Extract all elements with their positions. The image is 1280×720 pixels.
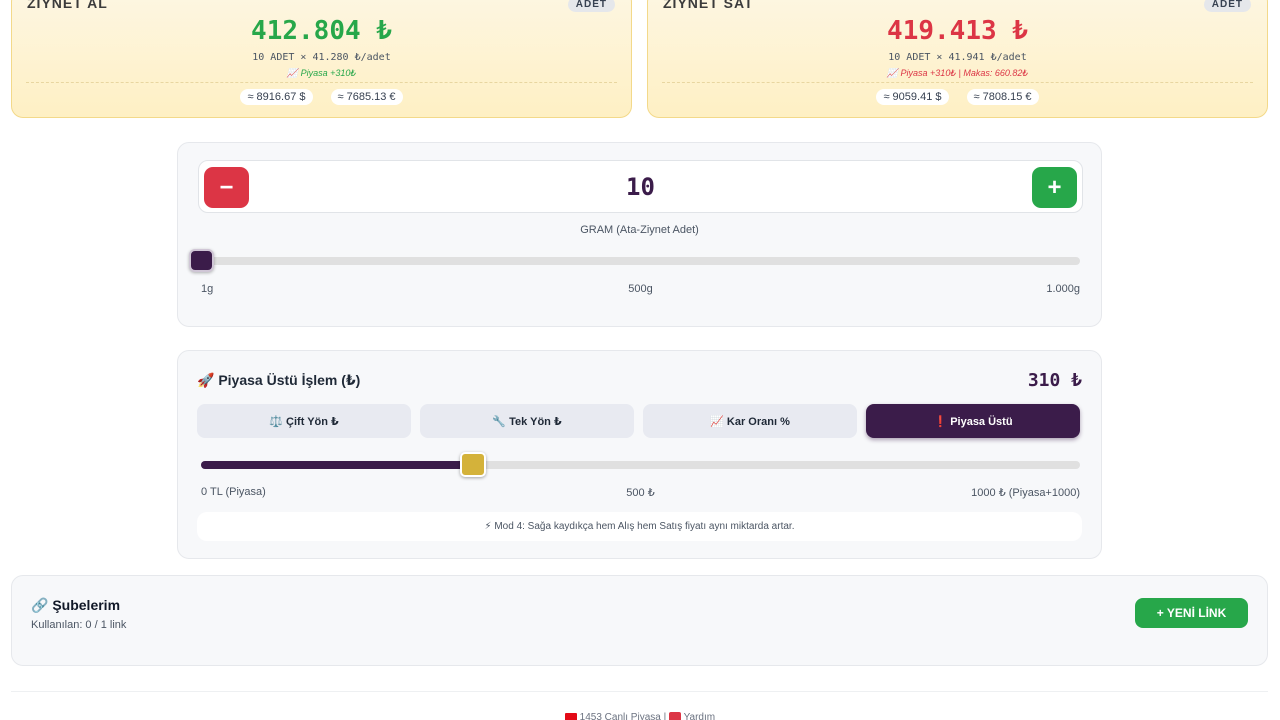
buy-price-calculation: 10 ADET × 41.280 ₺/adet xyxy=(252,52,391,63)
buy-card-title: ZİYNET AL xyxy=(27,0,108,11)
sell-market-note: 📈 Piyasa +310₺ | Makas: 660.82₺ xyxy=(886,68,1029,78)
sos-icon xyxy=(669,712,681,720)
buy-currency-chips: ≈ 8916.67 $ ≈ 7685.13 € xyxy=(12,89,631,105)
buy-card-divider xyxy=(26,82,617,83)
sell-card-divider xyxy=(662,82,1253,83)
tab-dual-direction[interactable]: ⚖️ Çift Yön ₺ xyxy=(197,404,411,438)
quantity-caption: GRAM (Ata-Ziynet Adet) xyxy=(580,224,699,236)
sell-card-unit-badge: ADET xyxy=(1203,0,1251,12)
buy-price-card: ZİYNET AL ADET 412.804 ₺ 10 ADET × 41.28… xyxy=(11,0,632,118)
footer-market-link[interactable]: 1453 Canlı Piyasa xyxy=(580,712,661,720)
footer-separator: | xyxy=(663,712,667,720)
tab-profit-rate[interactable]: 📈 Kar Oranı % xyxy=(643,404,857,438)
sell-price-card: ZİYNET SAT ADET 419.413 ₺ 10 ADET × 41.9… xyxy=(647,0,1268,118)
sell-usd-chip: ≈ 9059.41 $ xyxy=(876,89,949,105)
footer: 1453 Canlı Piyasa | Yardım xyxy=(0,712,1280,720)
quantity-scale-min: 1g xyxy=(201,283,214,295)
new-link-button[interactable]: + YENİ LİNK xyxy=(1135,598,1248,628)
markup-scale-min: 0 TL (Piyasa) xyxy=(201,486,266,498)
markup-scale-max: 1000 ₺ (Piyasa+1000) xyxy=(971,487,1080,499)
markup-slider-handle[interactable] xyxy=(460,452,487,477)
branches-usage: Kullanılan: 0 / 1 link xyxy=(31,619,127,631)
sell-price-calculation: 10 ADET × 41.941 ₺/adet xyxy=(888,52,1027,63)
sell-eur-chip: ≈ 7808.15 € xyxy=(966,89,1039,105)
tab-single-direction[interactable]: 🔧 Tek Yön ₺ xyxy=(420,404,634,438)
sell-currency-chips: ≈ 9059.41 $ ≈ 7808.15 € xyxy=(648,89,1267,105)
markup-mode-panel: 🚀 Piyasa Üstü İşlem (₺) 310 ₺ ⚖️ Çift Yö… xyxy=(177,350,1102,559)
quantity-slider-handle[interactable] xyxy=(189,249,214,272)
markup-slider-track[interactable] xyxy=(201,461,1080,469)
decrease-button[interactable]: − xyxy=(204,167,249,208)
quantity-value[interactable]: 10 xyxy=(259,161,1022,214)
quantity-panel: − 10 + GRAM (Ata-Ziynet Adet) 1g 500g 1.… xyxy=(177,142,1102,327)
buy-card-unit-badge: ADET xyxy=(567,0,615,12)
turkey-flag-icon xyxy=(564,712,577,720)
mode-title: 🚀 Piyasa Üstü İşlem (₺) xyxy=(197,372,361,388)
footer-divider xyxy=(11,691,1268,692)
branches-title: 🔗 Şubelerim xyxy=(31,597,121,613)
mode-description: ⚡ Mod 4: Sağa kaydıkça hem Alış hem Satı… xyxy=(197,512,1082,541)
markup-slider-fill xyxy=(201,461,474,469)
footer-help-link[interactable]: Yardım xyxy=(684,712,716,720)
quantity-scale-max: 1.000g xyxy=(1046,283,1080,295)
markup-scale-mid: 500 ₺ xyxy=(626,487,655,499)
increase-button[interactable]: + xyxy=(1032,167,1077,208)
buy-eur-chip: ≈ 7685.13 € xyxy=(330,89,403,105)
quantity-stepper: − 10 + xyxy=(198,160,1083,213)
branches-section: 🔗 Şubelerim Kullanılan: 0 / 1 link + YEN… xyxy=(11,575,1268,666)
tab-above-market[interactable]: ❗ Piyasa Üstü xyxy=(866,404,1080,438)
sell-price: 419.413 ₺ xyxy=(887,16,1028,46)
buy-price: 412.804 ₺ xyxy=(251,16,392,46)
sell-card-title: ZİYNET SAT xyxy=(663,0,754,11)
buy-usd-chip: ≈ 8916.67 $ xyxy=(240,89,313,105)
buy-market-note: 📈 Piyasa +310₺ xyxy=(286,68,357,78)
quantity-scale-mid: 500g xyxy=(628,283,653,295)
quantity-slider-track[interactable] xyxy=(201,257,1080,265)
mode-tabs: ⚖️ Çift Yön ₺ 🔧 Tek Yön ₺ 📈 Kar Oranı % … xyxy=(197,404,1080,438)
markup-amount: 310 ₺ xyxy=(1027,370,1082,391)
